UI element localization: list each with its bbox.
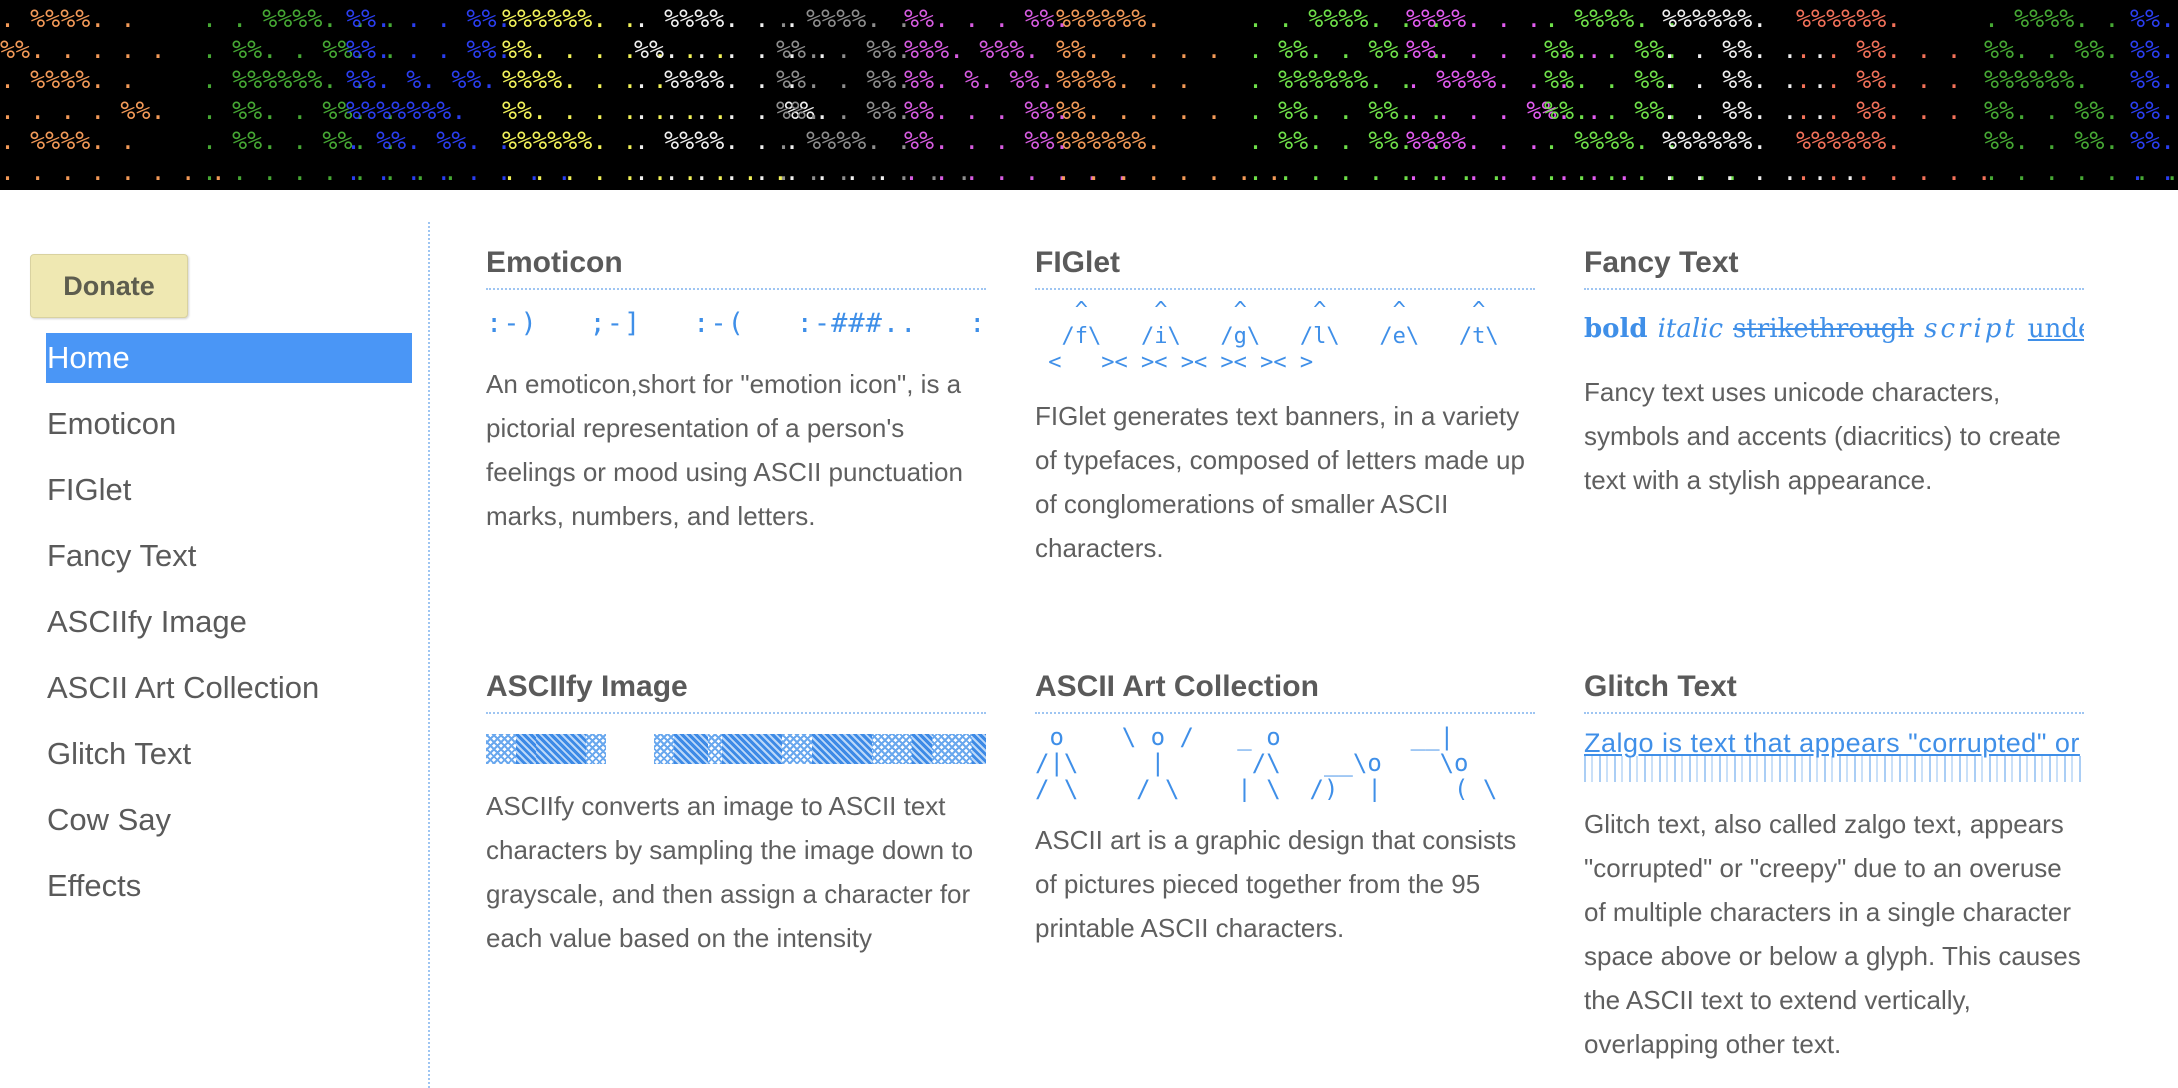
card-figlet[interactable]: FIGlet ^ ^ ^ ^ ^ ^ /f\ /i\ /g\ /l\ /e\ /… [1035,242,1535,570]
fancy-italic-sample: italic [1657,314,1724,344]
sidebar-item-asciify-image[interactable]: ASCIIfy Image [46,597,412,647]
sidebar-item-home[interactable]: Home [46,333,412,383]
sidebar-item-glitch-text[interactable]: Glitch Text [46,729,412,779]
card-description: ASCIIfy converts an image to ASCII text … [486,791,974,953]
banner-ascii-letter: . %%%%. . %%. . . . . . %%%%. . . . . . … [0,4,226,186]
ascii-art-banner: . %%%%. . %%. . . . . . %%%%. . . . . . … [0,0,2178,190]
card-emoticon[interactable]: Emoticon :-) ;-] :-( :-###.. :' An emoti… [486,242,986,538]
card-description: An emoticon,short for "emotion icon", is… [486,369,963,531]
card-fancy-text[interactable]: Fancy Text bold italic strikethrough script… [1584,242,2084,502]
fancy-strikethrough-sample: strikethrough [1733,314,1915,344]
card-title[interactable]: ASCII Art Collection [1035,666,1535,714]
sidebar-item-cow-say[interactable]: Cow Say [46,795,412,845]
glitch-noise [1584,756,2084,782]
banner-ascii-letter: %%%%%%. . . %%. . . . . %%. . . . . %%. … [1796,4,1992,186]
card-description: FIGlet generates text banners, in a vari… [1035,401,1525,563]
donate-button[interactable]: Donate [30,254,188,318]
sidebar-item-emoticon[interactable]: Emoticon [46,399,412,449]
card-title[interactable]: ASCIIfy Image [486,666,986,714]
ascii-art-demo: o \ o / _ o __| /|\ | /\ __\o \o / \ / \… [1035,724,1498,802]
asciify-demo-image [486,734,986,764]
banner-ascii-letter: %%. %%. %%. %%. %%. . . [2130,4,2176,186]
card-ascii-art-collection[interactable]: ASCII Art Collection o \ o / _ o __| /|\… [1035,666,1535,950]
card-description: Glitch text, also called zalgo text, app… [1584,809,2081,1059]
fancy-underline-sample: underline [2027,314,2084,344]
card-title[interactable]: FIGlet [1035,242,1535,290]
fancy-script-sample: script [1924,314,2018,344]
glitch-text-demo: Zalgo is text that appears "corrupted" o… [1584,724,2084,788]
fancy-text-demo: bold italic strikethrough script underline [1584,304,2084,354]
sidebar-item-ascii-art-collection[interactable]: ASCII Art Collection [46,663,412,713]
emoticon-demo: :-) ;-] :-( :-###.. :' [486,308,986,339]
sidebar-nav: Home Emoticon FIGlet Fancy Text ASCIIfy … [46,333,412,927]
card-description: Fancy text uses unicode characters, symb… [1584,377,2061,495]
card-title[interactable]: Glitch Text [1584,666,2084,714]
card-title[interactable]: Emoticon [486,242,986,290]
sidebar-item-figlet[interactable]: FIGlet [46,465,412,515]
card-glitch-text[interactable]: Glitch Text Zalgo is text that appears "… [1584,666,2084,1066]
figlet-demo: ^ ^ ^ ^ ^ ^ /f\ /i\ /g\ /l\ /e\ /t\ < ><… [1048,298,1499,375]
fancy-bold-sample: bold [1584,314,1648,344]
sidebar-item-effects[interactable]: Effects [46,861,412,911]
sidebar-item-fancy-text[interactable]: Fancy Text [46,531,412,581]
sidebar-divider [428,222,430,1088]
card-asciify-image[interactable]: ASCIIfy Image ASCIIfy converts an image … [486,666,986,960]
card-description: ASCII art is a graphic design that consi… [1035,825,1517,943]
glitch-demo-text: Zalgo is text that appears "corrupted" o… [1584,728,2080,758]
card-title[interactable]: Fancy Text [1584,242,2084,290]
